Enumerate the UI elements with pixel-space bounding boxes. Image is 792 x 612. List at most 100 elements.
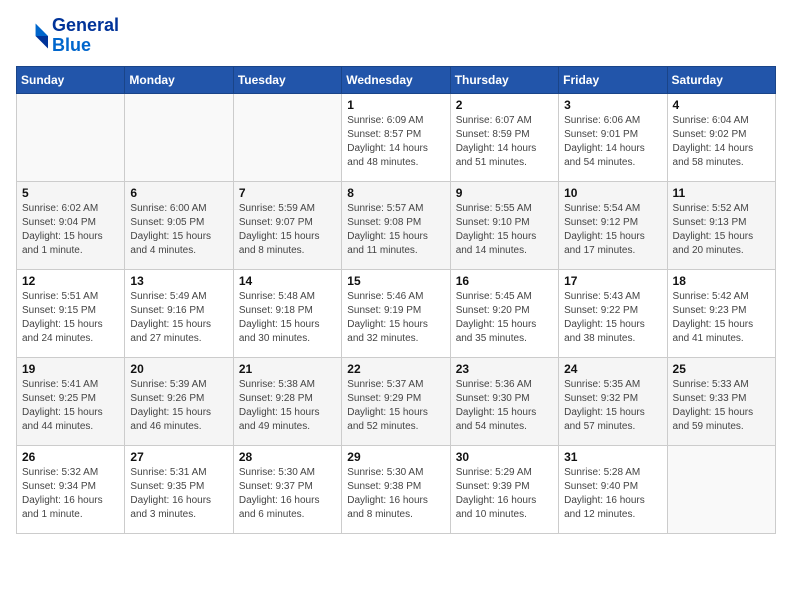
logo: General Blue [16, 16, 119, 56]
day-info: Sunrise: 5:41 AM Sunset: 9:25 PM Dayligh… [22, 378, 119, 434]
calendar-cell: 24 Sunrise: 5:35 AM Sunset: 9:32 PM Dayli… [559, 357, 667, 445]
day-info: Sunrise: 5:31 AM Sunset: 9:35 PM Dayligh… [130, 466, 227, 522]
day-info: Sunrise: 5:55 AM Sunset: 9:10 PM Dayligh… [456, 202, 553, 258]
calendar-cell: 22 Sunrise: 5:37 AM Sunset: 9:29 PM Dayli… [342, 357, 450, 445]
day-info: Sunrise: 5:45 AM Sunset: 9:20 PM Dayligh… [456, 290, 553, 346]
day-info: Sunrise: 5:38 AM Sunset: 9:28 PM Dayligh… [239, 378, 336, 434]
day-info: Sunrise: 5:49 AM Sunset: 9:16 PM Dayligh… [130, 290, 227, 346]
day-info: Sunrise: 6:02 AM Sunset: 9:04 PM Dayligh… [22, 202, 119, 258]
day-info: Sunrise: 5:51 AM Sunset: 9:15 PM Dayligh… [22, 290, 119, 346]
weekday-header-friday: Friday [559, 66, 667, 93]
day-info: Sunrise: 5:43 AM Sunset: 9:22 PM Dayligh… [564, 290, 661, 346]
day-info: Sunrise: 5:42 AM Sunset: 9:23 PM Dayligh… [673, 290, 770, 346]
calendar-cell: 1 Sunrise: 6:09 AM Sunset: 8:57 PM Daylig… [342, 93, 450, 181]
page-header: General Blue [16, 16, 776, 56]
day-number: 6 [130, 186, 227, 200]
logo-text: General Blue [52, 16, 119, 56]
weekday-header-sunday: Sunday [17, 66, 125, 93]
day-info: Sunrise: 5:57 AM Sunset: 9:08 PM Dayligh… [347, 202, 444, 258]
day-info: Sunrise: 5:29 AM Sunset: 9:39 PM Dayligh… [456, 466, 553, 522]
logo-icon [16, 20, 48, 52]
day-number: 13 [130, 274, 227, 288]
day-number: 14 [239, 274, 336, 288]
day-info: Sunrise: 5:30 AM Sunset: 9:37 PM Dayligh… [239, 466, 336, 522]
day-number: 20 [130, 362, 227, 376]
day-info: Sunrise: 5:48 AM Sunset: 9:18 PM Dayligh… [239, 290, 336, 346]
calendar-cell: 9 Sunrise: 5:55 AM Sunset: 9:10 PM Daylig… [450, 181, 558, 269]
day-info: Sunrise: 5:30 AM Sunset: 9:38 PM Dayligh… [347, 466, 444, 522]
calendar-cell: 16Sunrise: 5:45 AM Sunset: 9:20 PM Dayli… [450, 269, 558, 357]
day-number: 8 [347, 186, 444, 200]
day-number: 22 [347, 362, 444, 376]
calendar-cell: 25 Sunrise: 5:33 AM Sunset: 9:33 PM Dayli… [667, 357, 775, 445]
day-number: 1 [347, 98, 444, 112]
day-info: Sunrise: 5:59 AM Sunset: 9:07 PM Dayligh… [239, 202, 336, 258]
calendar-cell: 20 Sunrise: 5:39 AM Sunset: 9:26 PM Dayli… [125, 357, 233, 445]
day-number: 29 [347, 450, 444, 464]
calendar-cell: 31 Sunrise: 5:28 AM Sunset: 9:40 PM Dayli… [559, 445, 667, 533]
calendar-cell: 11 Sunrise: 5:52 AM Sunset: 9:13 PM Dayli… [667, 181, 775, 269]
day-number: 12 [22, 274, 119, 288]
calendar-cell: 3 Sunrise: 6:06 AM Sunset: 9:01 PM Daylig… [559, 93, 667, 181]
day-info: Sunrise: 5:52 AM Sunset: 9:13 PM Dayligh… [673, 202, 770, 258]
calendar-cell: 12 Sunrise: 5:51 AM Sunset: 9:15 PM Dayli… [17, 269, 125, 357]
day-info: Sunrise: 5:36 AM Sunset: 9:30 PM Dayligh… [456, 378, 553, 434]
day-number: 23 [456, 362, 553, 376]
weekday-header-wednesday: Wednesday [342, 66, 450, 93]
day-info: Sunrise: 6:09 AM Sunset: 8:57 PM Dayligh… [347, 114, 444, 170]
day-number: 17 [564, 274, 661, 288]
day-number: 10 [564, 186, 661, 200]
calendar-cell: 30Sunrise: 5:29 AM Sunset: 9:39 PM Dayli… [450, 445, 558, 533]
day-info: Sunrise: 5:39 AM Sunset: 9:26 PM Dayligh… [130, 378, 227, 434]
day-number: 2 [456, 98, 553, 112]
calendar-cell: 4Sunrise: 6:04 AM Sunset: 9:02 PM Daylig… [667, 93, 775, 181]
day-info: Sunrise: 6:00 AM Sunset: 9:05 PM Dayligh… [130, 202, 227, 258]
day-number: 9 [456, 186, 553, 200]
calendar-cell: 18 Sunrise: 5:42 AM Sunset: 9:23 PM Dayli… [667, 269, 775, 357]
day-number: 27 [130, 450, 227, 464]
calendar-cell: 19 Sunrise: 5:41 AM Sunset: 9:25 PM Dayli… [17, 357, 125, 445]
calendar-cell: 13 Sunrise: 5:49 AM Sunset: 9:16 PM Dayli… [125, 269, 233, 357]
day-number: 19 [22, 362, 119, 376]
weekday-header-monday: Monday [125, 66, 233, 93]
day-number: 15 [347, 274, 444, 288]
calendar-cell: 26Sunrise: 5:32 AM Sunset: 9:34 PM Dayli… [17, 445, 125, 533]
calendar-cell: 15 Sunrise: 5:46 AM Sunset: 9:19 PM Dayli… [342, 269, 450, 357]
calendar-cell: 28 Sunrise: 5:30 AM Sunset: 9:37 PM Dayli… [233, 445, 341, 533]
calendar-cell [667, 445, 775, 533]
weekday-header-thursday: Thursday [450, 66, 558, 93]
calendar-cell: 27 Sunrise: 5:31 AM Sunset: 9:35 PM Dayli… [125, 445, 233, 533]
day-number: 5 [22, 186, 119, 200]
day-number: 31 [564, 450, 661, 464]
calendar-cell: 10Sunrise: 5:54 AM Sunset: 9:12 PM Dayli… [559, 181, 667, 269]
day-number: 3 [564, 98, 661, 112]
day-number: 24 [564, 362, 661, 376]
calendar-cell: 8 Sunrise: 5:57 AM Sunset: 9:08 PM Daylig… [342, 181, 450, 269]
weekday-header-tuesday: Tuesday [233, 66, 341, 93]
weekday-header-saturday: Saturday [667, 66, 775, 93]
calendar-cell: 21 Sunrise: 5:38 AM Sunset: 9:28 PM Dayli… [233, 357, 341, 445]
calendar-cell: 29 Sunrise: 5:30 AM Sunset: 9:38 PM Dayli… [342, 445, 450, 533]
day-number: 26 [22, 450, 119, 464]
day-number: 7 [239, 186, 336, 200]
calendar-cell: 7 Sunrise: 5:59 AM Sunset: 9:07 PM Daylig… [233, 181, 341, 269]
day-number: 11 [673, 186, 770, 200]
day-number: 21 [239, 362, 336, 376]
calendar-cell [17, 93, 125, 181]
day-info: Sunrise: 5:46 AM Sunset: 9:19 PM Dayligh… [347, 290, 444, 346]
day-number: 25 [673, 362, 770, 376]
calendar-cell [125, 93, 233, 181]
calendar-cell: 6 Sunrise: 6:00 AM Sunset: 9:05 PM Daylig… [125, 181, 233, 269]
calendar-cell: 2 Sunrise: 6:07 AM Sunset: 8:59 PM Daylig… [450, 93, 558, 181]
day-number: 4 [673, 98, 770, 112]
day-number: 28 [239, 450, 336, 464]
day-info: Sunrise: 5:28 AM Sunset: 9:40 PM Dayligh… [564, 466, 661, 522]
day-info: Sunrise: 5:33 AM Sunset: 9:33 PM Dayligh… [673, 378, 770, 434]
day-info: Sunrise: 5:37 AM Sunset: 9:29 PM Dayligh… [347, 378, 444, 434]
day-info: Sunrise: 6:07 AM Sunset: 8:59 PM Dayligh… [456, 114, 553, 170]
calendar-cell: 5 Sunrise: 6:02 AM Sunset: 9:04 PM Daylig… [17, 181, 125, 269]
calendar-cell: 23 Sunrise: 5:36 AM Sunset: 9:30 PM Dayli… [450, 357, 558, 445]
day-info: Sunrise: 6:06 AM Sunset: 9:01 PM Dayligh… [564, 114, 661, 170]
day-number: 18 [673, 274, 770, 288]
day-info: Sunrise: 5:35 AM Sunset: 9:32 PM Dayligh… [564, 378, 661, 434]
